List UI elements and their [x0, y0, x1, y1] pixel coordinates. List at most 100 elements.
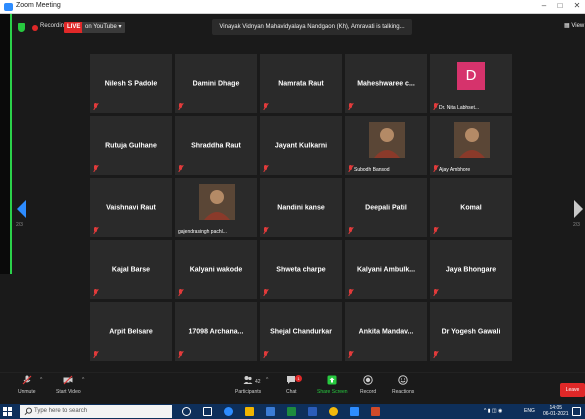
participant-tile[interactable]: Damini Dhage — [175, 54, 257, 113]
clock-date: 06-01-2021 — [543, 411, 569, 417]
task-view-icon[interactable] — [203, 407, 212, 416]
muted-mic-icon — [263, 103, 269, 110]
reactions-label: Reactions — [392, 389, 415, 395]
profile-photo — [454, 122, 490, 158]
next-page-arrow-icon[interactable] — [574, 200, 583, 218]
participant-tile[interactable]: D Dr. Nita Labhset... — [430, 54, 512, 113]
participant-tile[interactable]: Jaya Bhongare — [430, 240, 512, 299]
participant-tile[interactable]: Dr Yogesh Gawali — [430, 302, 512, 361]
participant-tile[interactable]: Ajay Ambhore — [430, 116, 512, 175]
file-explorer-icon[interactable] — [245, 407, 254, 416]
participant-tile[interactable]: Subodh Bansod — [345, 116, 427, 175]
share-screen-button[interactable]: Share Screen — [317, 375, 348, 395]
windows-start-icon[interactable] — [3, 407, 12, 416]
muted-mic-icon — [178, 165, 184, 172]
zoom-taskbar-icon[interactable] — [350, 407, 359, 416]
live-badge: LIVE — [64, 22, 84, 33]
participant-tile[interactable]: Rutuja Gulhane — [90, 116, 172, 175]
reactions-button[interactable]: Reactions — [392, 375, 414, 395]
record-icon — [363, 375, 373, 385]
participant-tile[interactable]: Maheshwaree c... — [345, 54, 427, 113]
participant-name: Deepali Patil — [365, 204, 407, 211]
previous-page-arrow-icon[interactable] — [17, 200, 26, 218]
cortana-icon[interactable] — [182, 407, 191, 416]
audio-options-caret-icon[interactable]: ^ — [40, 377, 42, 383]
search-icon — [24, 407, 32, 415]
participant-name: Kajal Barse — [111, 266, 151, 273]
window-title: Zoom Meeting — [16, 2, 61, 9]
participant-tile[interactable]: Komal — [430, 178, 512, 237]
participant-tile[interactable]: Kalyani Ambulk... — [345, 240, 427, 299]
participant-name-tag: Ajay Ambhore — [439, 167, 471, 173]
video-options-caret-icon[interactable]: ^ — [82, 377, 84, 383]
participant-name: Nilesh S Padole — [104, 80, 158, 87]
minimize-button[interactable]: – — [538, 1, 550, 10]
participant-tile[interactable]: Shejal Chandurkar — [260, 302, 342, 361]
muted-mic-icon — [433, 289, 439, 296]
participants-button[interactable]: Participants — [235, 375, 261, 395]
screen-edge-strip — [0, 14, 12, 274]
chrome-icon[interactable] — [329, 407, 338, 416]
participants-caret-icon[interactable]: ^ — [266, 377, 268, 383]
view-button[interactable]: ▦ View — [564, 22, 584, 29]
tray-language[interactable]: ENG — [524, 408, 535, 414]
participant-tile[interactable]: 17098 Archana... — [175, 302, 257, 361]
participant-name: Jayant Kulkarni — [274, 142, 328, 149]
muted-mic-icon — [348, 289, 354, 296]
zoom-logo-icon — [4, 3, 13, 11]
tray-icons[interactable]: ^ ▮ ◫ ◉ — [484, 408, 502, 414]
participant-name: 17098 Archana... — [188, 328, 244, 335]
participant-tile[interactable]: Nilesh S Padole — [90, 54, 172, 113]
close-button[interactable]: ✕ — [571, 1, 583, 10]
leave-button[interactable]: Leave — [560, 383, 585, 397]
unmute-label: Unmute — [18, 389, 36, 395]
excel-icon[interactable] — [287, 407, 296, 416]
muted-mic-icon — [263, 227, 269, 234]
participant-tile[interactable]: Shraddha Raut — [175, 116, 257, 175]
record-label: Record — [360, 389, 377, 395]
share-screen-icon — [327, 375, 337, 385]
participant-tile[interactable]: Deepali Patil — [345, 178, 427, 237]
participant-tile[interactable]: Nandini kanse — [260, 178, 342, 237]
participant-name: Jaya Bhongare — [445, 266, 497, 273]
participant-tile[interactable]: Vaishnavi Raut — [90, 178, 172, 237]
recording-dot-icon — [32, 25, 38, 31]
taskbar-clock[interactable]: 14:05 06-01-2021 — [543, 405, 569, 417]
avatar: D — [457, 62, 485, 90]
taskbar-search-box[interactable]: Type here to search — [20, 405, 172, 418]
page-indicator-left: 2/3 — [16, 222, 23, 228]
chat-label: Chat — [286, 389, 297, 395]
store-icon[interactable] — [266, 407, 275, 416]
app-icon[interactable] — [371, 407, 380, 416]
record-button[interactable]: Record — [360, 375, 376, 395]
participant-tile[interactable]: Jayant Kulkarni — [260, 116, 342, 175]
word-icon[interactable] — [308, 407, 317, 416]
participant-tile[interactable]: Kalyani wakode — [175, 240, 257, 299]
meeting-toolbar: Unmute ^ Start Video ^ Participants 42 ^… — [0, 372, 585, 404]
security-shield-icon[interactable] — [18, 23, 25, 32]
participant-tile[interactable]: Shweta charpe — [260, 240, 342, 299]
participant-name: Dr Yogesh Gawali — [441, 328, 501, 335]
participant-tile[interactable]: Ankita Mandav... — [345, 302, 427, 361]
edge-browser-icon[interactable] — [224, 407, 233, 416]
muted-mic-icon — [93, 351, 99, 358]
participant-name: Komal — [460, 204, 482, 211]
participant-name: Shejal Chandurkar — [270, 328, 332, 335]
participant-name: Damini Dhage — [192, 80, 240, 87]
maximize-button[interactable]: □ — [554, 1, 566, 10]
profile-photo — [199, 184, 235, 220]
participant-tile[interactable]: Namrata Raut — [260, 54, 342, 113]
participant-tile[interactable]: gajendrasingh pachl... — [175, 178, 257, 237]
muted-mic-icon — [348, 227, 354, 234]
muted-mic-icon — [22, 375, 32, 385]
chat-unread-badge: 1 — [295, 375, 302, 382]
unmute-button[interactable]: Unmute — [18, 375, 36, 395]
start-video-button[interactable]: Start Video — [56, 375, 81, 395]
stream-destination-dropdown[interactable]: on YouTube ▾ — [82, 22, 125, 33]
notifications-icon[interactable] — [572, 407, 581, 416]
meeting-topbar: Recording LIVE on YouTube ▾ Vinayak Vidn… — [12, 14, 585, 42]
participant-tile[interactable]: Kajal Barse — [90, 240, 172, 299]
participant-tile[interactable]: Arpit Belsare — [90, 302, 172, 361]
share-screen-label: Share Screen — [317, 389, 348, 395]
participants-count: 42 — [255, 379, 261, 385]
